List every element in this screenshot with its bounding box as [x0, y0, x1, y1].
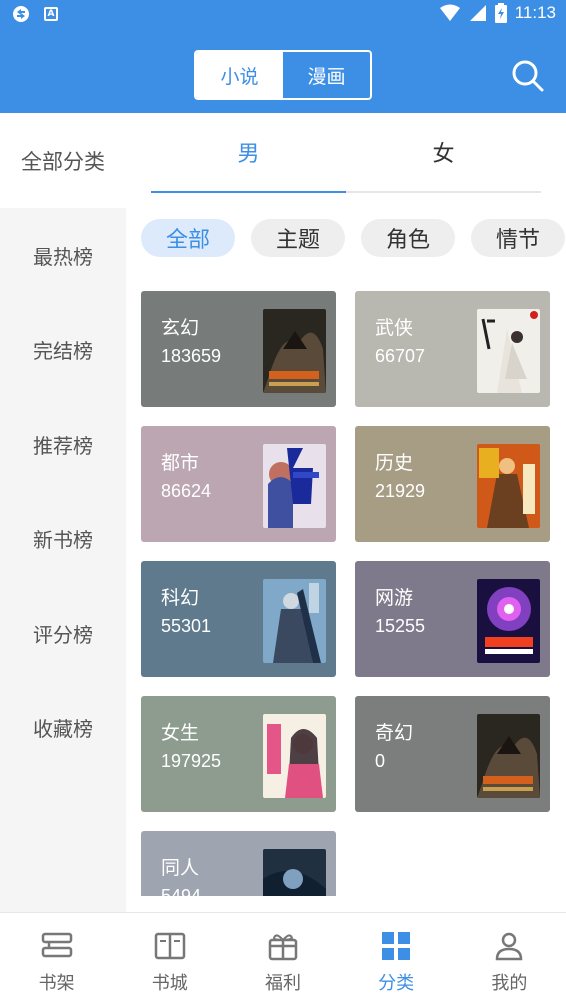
segment-comic[interactable]: 漫画 — [283, 52, 370, 98]
category-grid-icon — [382, 932, 411, 960]
app-header: 小说 漫画 — [0, 30, 566, 113]
category-name: 都市 — [161, 452, 200, 474]
nav-label: 福利 — [264, 973, 301, 994]
content-type-switch: 小说 漫画 — [194, 50, 372, 100]
category-card[interactable]: 女生 197925 — [141, 696, 336, 812]
search-icon[interactable] — [510, 58, 546, 94]
armored-knight-cover — [263, 579, 326, 663]
filter-chip-theme[interactable]: 主题 — [251, 219, 345, 257]
nav-label: 书城 — [151, 973, 188, 994]
category-name: 科幻 — [161, 587, 200, 609]
category-count: 183659 — [161, 346, 222, 366]
accessibility-a-icon: A — [44, 7, 58, 21]
category-name: 网游 — [375, 587, 414, 609]
category-count: 66707 — [375, 346, 426, 366]
category-name: 同人 — [161, 857, 200, 879]
category-card[interactable]: 玄幻 183659 — [141, 291, 336, 407]
sidebar-item-completed[interactable]: 完结榜 — [0, 303, 126, 398]
category-name: 女生 — [161, 722, 200, 744]
purple-light-cover — [477, 579, 540, 663]
battery-charging-icon — [494, 3, 507, 23]
category-name: 历史 — [375, 452, 414, 474]
sync-icon — [13, 6, 29, 22]
signal-icon — [469, 5, 486, 21]
warrior-cover — [477, 444, 540, 528]
category-count: 197925 — [161, 751, 222, 771]
nav-label: 分类 — [378, 973, 415, 994]
category-card[interactable]: 同人 5494 — [141, 831, 336, 896]
heroine-cover — [263, 714, 326, 798]
category-card[interactable]: 奇幻 0 — [355, 696, 550, 812]
category-count: 15255 — [375, 616, 426, 636]
status-bar-right: 11:13 — [439, 3, 556, 23]
bottom-nav: 书架 书城 福利 分类 我的 — [0, 912, 566, 1006]
filter-chip-plot[interactable]: 情节 — [471, 219, 565, 257]
category-card[interactable]: 武侠 66707 — [355, 291, 550, 407]
status-bar-left: A — [12, 5, 58, 23]
ranking-sidebar: 最热榜 完结榜 推荐榜 新书榜 评分榜 收藏榜 — [0, 208, 126, 912]
gender-tabs: 男 女 — [151, 113, 541, 193]
status-bar: A 11:13 — [0, 0, 566, 30]
category-count: 21929 — [375, 481, 426, 501]
open-book-icon — [154, 932, 186, 960]
category-count: 5494 — [161, 886, 202, 896]
category-grid-viewport: 玄幻 183659 武侠 66707 都市 86624 历史 21929 科幻 55301 网游 15… — [126, 280, 566, 896]
filter-chip-all[interactable]: 全部 — [141, 219, 235, 257]
category-count: 0 — [375, 751, 386, 771]
category-count: 86624 — [161, 481, 212, 501]
category-name: 奇幻 — [375, 722, 414, 744]
wifi-icon — [439, 4, 460, 21]
nav-label: 书架 — [38, 973, 75, 994]
filter-chip-role[interactable]: 角色 — [361, 219, 455, 257]
category-card[interactable]: 网游 15255 — [355, 561, 550, 677]
category-card[interactable]: 历史 21929 — [355, 426, 550, 542]
category-card[interactable]: 都市 86624 — [141, 426, 336, 542]
category-name: 玄幻 — [161, 317, 200, 339]
sidebar-item-rating[interactable]: 评分榜 — [0, 586, 126, 681]
sidebar-item-favorites[interactable]: 收藏榜 — [0, 681, 126, 776]
profile-icon — [496, 932, 523, 961]
nav-category[interactable]: 分类 — [340, 913, 453, 1006]
tab-male[interactable]: 男 — [151, 113, 346, 193]
sidebar-item-new-books[interactable]: 新书榜 — [0, 492, 126, 587]
gift-icon — [268, 934, 298, 961]
dark-dragon-cover — [477, 714, 540, 798]
tab-female[interactable]: 女 — [346, 113, 541, 191]
segment-novel[interactable]: 小说 — [196, 52, 283, 98]
sidebar-item-recommended[interactable]: 推荐榜 — [0, 397, 126, 492]
nav-profile[interactable]: 我的 — [453, 913, 566, 1006]
status-time: 11:13 — [514, 3, 556, 22]
nav-bookshelf[interactable]: 书架 — [0, 913, 113, 1006]
bookshelf-icon — [41, 932, 72, 958]
woman-portrait-cover — [263, 444, 326, 528]
filter-chips: 全部 主题 角色 情节 — [141, 219, 566, 257]
dark-dragon-cover — [263, 309, 326, 393]
category-count: 55301 — [161, 616, 212, 636]
category-name: 武侠 — [375, 317, 414, 339]
nav-bookstore[interactable]: 书城 — [113, 913, 226, 1006]
dark-figure-cover — [263, 849, 326, 896]
category-grid: 玄幻 183659 武侠 66707 都市 86624 历史 21929 科幻 55301 网游 15… — [141, 291, 550, 896]
swordsman-cover — [477, 309, 540, 393]
all-categories-title: 全部分类 — [0, 113, 126, 208]
category-card[interactable]: 科幻 55301 — [141, 561, 336, 677]
sidebar-item-hottest[interactable]: 最热榜 — [0, 208, 126, 303]
nav-label: 我的 — [491, 973, 528, 994]
nav-welfare[interactable]: 福利 — [226, 913, 339, 1006]
